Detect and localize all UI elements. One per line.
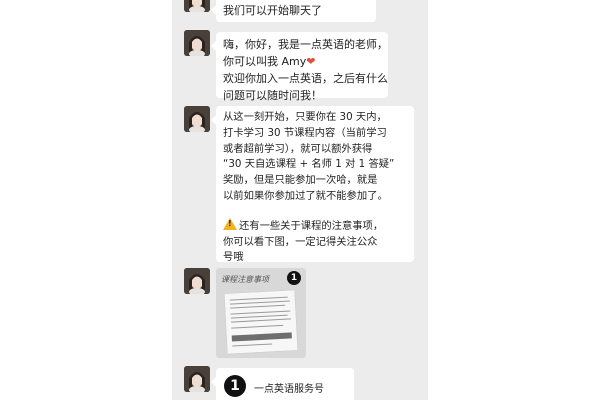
paper-highlight-bar [231,332,292,342]
chat-panel[interactable]: 我们可以开始聊天了 嗨，你好，我是一点英语的老师， 你可以叫我 Amy❤ 欢迎你… [172,0,428,400]
message-line: “30 天自选课程 + 名师 1 对 1 答疑” [223,158,395,171]
message-line: 欢迎你加入一点英语，之后有什么 [223,72,388,85]
account-logo-icon: 1 [224,375,246,397]
message-line: 号哦 [223,251,244,264]
paper-text-line [230,314,288,319]
image-title: 课程注意事项 [221,275,269,284]
message-line: 你可以叫我 Amy❤ [223,53,380,70]
avatar[interactable] [184,0,210,12]
message-line: 问题可以随时问我！ [223,89,322,102]
message-line: 你可以看下图，一定记得关注公众 [223,235,378,248]
avatar[interactable] [184,106,210,132]
message-line: 打卡学习 30 节课程内容（当前学习 [223,126,387,139]
message-text: 还有一些关于课程的注意事项， [239,219,384,232]
paper-text-line [231,324,284,329]
paper-text-line [230,304,286,309]
logo-icon: 1 [287,271,301,285]
account-name: 一点英语服务号 [254,384,324,395]
avatar[interactable] [184,366,210,392]
message-line: 奖励，但是只能参加一次哈，就是 [223,174,378,187]
image-message[interactable]: 课程注意事项 1 [216,268,306,358]
paper-text-line [230,318,291,323]
avatar[interactable] [184,268,210,294]
notice-paper-image [224,290,298,354]
heart-emoji-icon: ❤ [306,55,316,68]
warning-emoji-icon [223,217,237,230]
message-bubble[interactable]: 从这一刻开始，只要你在 30 天内， 打卡学习 30 节课程内容（当前学习 或者… [211,106,414,263]
message-line: 从这一刻开始，只要你在 30 天内， [223,111,387,123]
message-bubble[interactable]: 嗨，你好，我是一点英语的老师， 你可以叫我 Amy❤ 欢迎你加入一点英语，之后有… [211,32,388,102]
message-line: 我们可以开始聊天了 [223,4,322,17]
screenshot-frame: 我们可以开始聊天了 嗨，你好，我是一点英语的老师， 你可以叫我 Amy❤ 欢迎你… [0,0,600,400]
message-line: 嗨，你好，我是一点英语的老师， [223,38,388,51]
avatar[interactable] [184,30,210,56]
message-bubble[interactable]: 我们可以开始聊天了 [211,0,376,22]
message-line: 还有一些关于课程的注意事项， [223,217,406,235]
official-account-card[interactable]: 1 一点英语服务号 [211,368,354,400]
paper-text-line [232,343,273,347]
message-line: 以前如果你参加过了就不能参加了。 [223,189,388,202]
message-text: 你可以叫我 Amy [223,55,307,68]
message-line: 或者超前学习），就可以额外获得 [223,142,373,155]
